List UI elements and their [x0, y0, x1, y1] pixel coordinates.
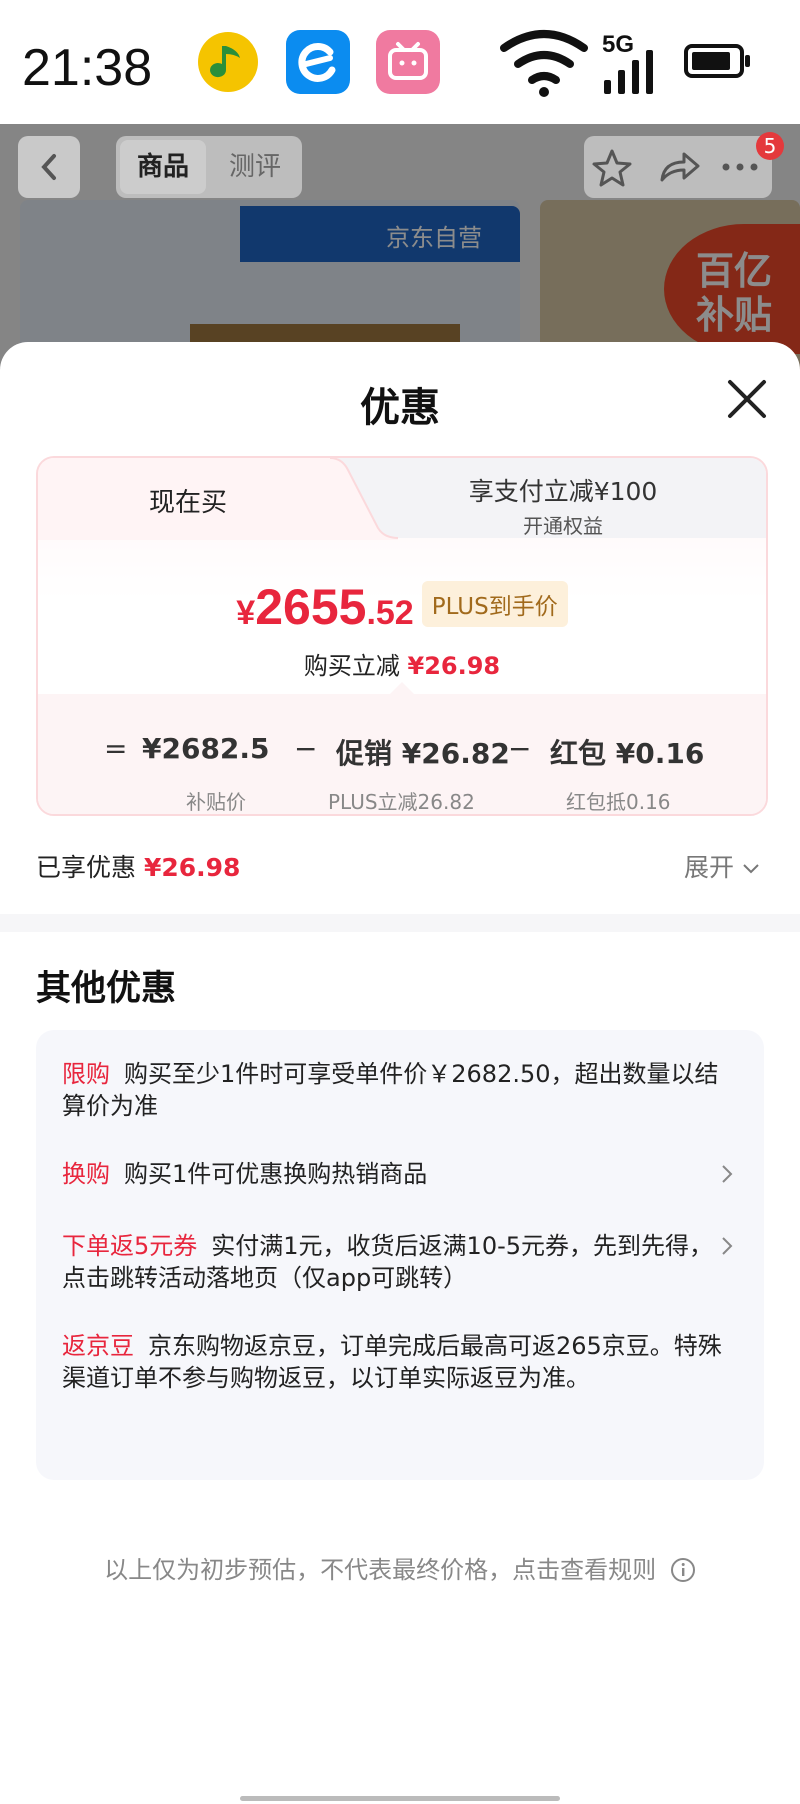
- enjoyed-label: 已享优惠: [36, 853, 137, 882]
- promo-exchange-purchase[interactable]: 换购 购买1件可优惠换购热销商品: [62, 1158, 722, 1190]
- reduce-label: 购买立减: [303, 652, 400, 680]
- reduce-amount: ¥26.98: [407, 652, 501, 680]
- promo-coupon-return[interactable]: 下单返5元券 实付满1元，收货后返满10-5元券，先到先得，点击跳转活动落地页（仅…: [62, 1230, 722, 1294]
- action-bar: [584, 136, 772, 198]
- price-main: 2655: [255, 579, 367, 635]
- info-icon: [670, 1558, 695, 1582]
- plus-price-tag: PLUS到手价: [421, 581, 568, 627]
- discount-sheet: 优惠 现在买 享支付立减¥100 开通权益 ¥2655.52 PLUS到手价 购买…: [0, 342, 800, 1804]
- battery-icon: [684, 44, 750, 78]
- clock: 21:38: [22, 39, 153, 97]
- enjoyed-amount: ¥26.98: [143, 853, 241, 882]
- tab-product[interactable]: 商品: [120, 140, 206, 194]
- tab-buy-now[interactable]: 现在买: [38, 482, 338, 519]
- tab-pay-discount[interactable]: 享支付立减¥100: [398, 472, 728, 508]
- chevron-down-icon: [743, 864, 759, 874]
- more-icon: [722, 163, 758, 171]
- breakdown-op-1: =: [104, 732, 128, 765]
- chevron-left-icon: [41, 154, 56, 180]
- bilibili-app-icon: [376, 30, 440, 94]
- tab-switcher: 商品 测评: [116, 136, 302, 198]
- breakdown-promotion: 促销 ¥26.82: [336, 737, 510, 770]
- disclaimer-text: 以上仅为初步预估，不代表最终价格，点击查看规则: [104, 1556, 657, 1584]
- price-decimal: .52: [366, 594, 414, 632]
- price-card: 现在买 享支付立减¥100 开通权益 ¥2655.52 PLUS到手价 购买立减 …: [36, 456, 768, 816]
- promo-text: 购买至少1件时可享受单件价￥2682.50，超出数量以结算价为准: [62, 1060, 719, 1120]
- tab-review[interactable]: 测评: [212, 140, 298, 194]
- promo-tag: 换购: [62, 1160, 110, 1188]
- promo-jingdou-return: 返京豆 京东购物返京豆，订单完成后最高可返265京豆。特殊渠道订单不参与购物返豆，…: [62, 1330, 722, 1394]
- chevron-right-icon: [722, 1237, 733, 1255]
- status-icons: 5G: [500, 30, 750, 97]
- music-app-icon: [196, 30, 260, 94]
- eleme-app-icon: [286, 30, 350, 94]
- breakdown-promotion-label: PLUS立减26.82: [328, 790, 475, 814]
- wifi-icon: [500, 30, 588, 84]
- close-button[interactable]: [722, 374, 772, 424]
- breakdown-red-packet-label: 红包抵0.16: [566, 790, 671, 814]
- sheet-title: 优惠: [360, 385, 440, 431]
- expand-button[interactable]: 展开: [684, 848, 760, 884]
- promo-purchase-limit: 限购 购买至少1件时可享受单件价￥2682.50，超出数量以结算价为准: [62, 1058, 722, 1122]
- promo-tag: 返京豆: [62, 1332, 134, 1360]
- price-row: ¥2655.52 PLUS到手价: [38, 578, 766, 636]
- share-icon: [660, 152, 700, 182]
- promo-text: 购买1件可优惠换购热销商品: [124, 1160, 428, 1188]
- tab-pay-subtitle: 开通权益: [523, 514, 603, 538]
- chevron-right-icon: [722, 1165, 733, 1183]
- message-badge: 5: [756, 132, 784, 160]
- other-discounts-title: 其他优惠: [36, 969, 177, 1009]
- home-indicator[interactable]: [240, 1796, 560, 1801]
- other-discounts-list: 限购 购买至少1件时可享受单件价￥2682.50，超出数量以结算价为准 换购 购买1…: [36, 1030, 764, 1480]
- price-symbol: ¥: [236, 594, 256, 632]
- enjoyed-discount: 已享优惠 ¥26.98: [36, 848, 240, 884]
- promo-tag: 限购: [62, 1060, 110, 1088]
- breakdown-op-2: −: [294, 732, 318, 765]
- disclaimer-link[interactable]: 以上仅为初步预估，不代表最终价格，点击查看规则: [0, 1550, 800, 1585]
- promo-text: 京东购物返京豆，订单完成后最高可返265京豆。特殊渠道订单不参与购物返豆，以订单…: [62, 1332, 722, 1392]
- status-bar: 21:38 5G: [0, 0, 800, 124]
- breakdown-op-3: −: [508, 732, 532, 765]
- promo-tag: 下单返5元券: [62, 1232, 198, 1260]
- network-label: 5G: [602, 31, 634, 58]
- breakdown-subsidy-label: 补贴价: [186, 790, 246, 814]
- close-icon: [728, 380, 766, 418]
- back-button[interactable]: [18, 136, 80, 198]
- section-divider: [0, 914, 800, 932]
- pointer-caret: [390, 682, 414, 694]
- expand-label: 展开: [684, 853, 735, 882]
- breakdown-subsidy-price: ¥2682.5: [142, 732, 270, 765]
- favorite-star-icon: [592, 149, 632, 187]
- breakdown-red-packet: 红包 ¥0.16: [550, 737, 705, 770]
- purchase-reduction: 购买立减 ¥26.98: [38, 646, 766, 681]
- price-breakdown: = ¥2682.5 补贴价 − 促销 ¥26.82 PLUS立减26.82 − …: [38, 682, 766, 814]
